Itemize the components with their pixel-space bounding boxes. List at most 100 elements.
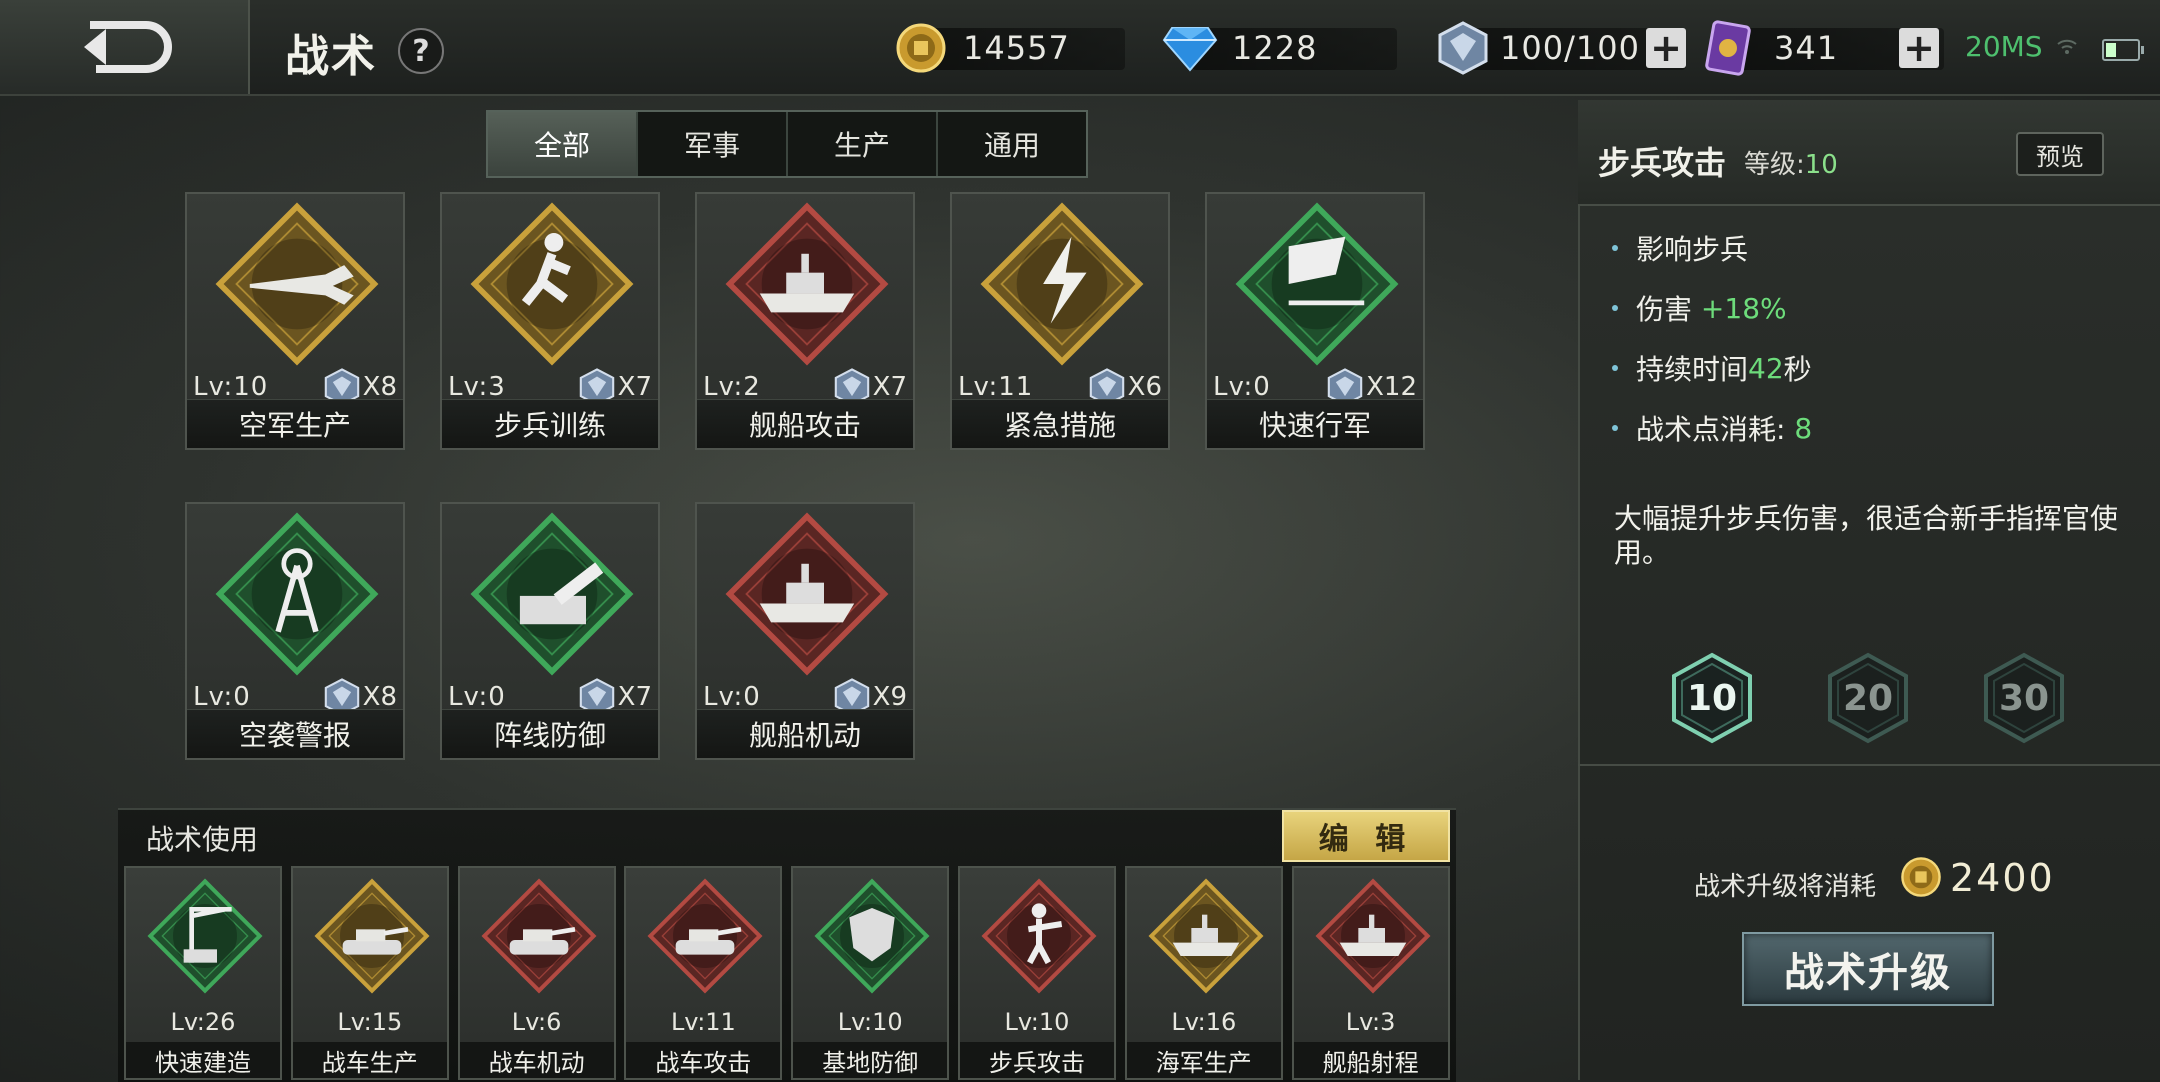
equipped-skill-level: Lv:11 <box>670 1008 736 1036</box>
skill-cost-value: X7 <box>872 372 907 402</box>
level-20-badge[interactable]: 20 <box>1826 652 1910 744</box>
upgrade-button[interactable]: 战术升级 <box>1742 932 1994 1006</box>
battery-icon <box>2102 39 2144 61</box>
equipped-skill-name: 快速建造 <box>126 1042 280 1078</box>
tactic-card-icon <box>1705 20 1751 76</box>
skill-card[interactable]: Lv:0 X12 快速行军 <box>1205 192 1425 450</box>
level-30-badge[interactable]: 30 <box>1982 652 2066 744</box>
diamond-icon <box>1162 27 1218 72</box>
level-badge-text: 30 <box>1998 677 2050 719</box>
runner-icon <box>470 202 634 366</box>
equipped-skill[interactable]: Lv:16 海军生产 <box>1124 866 1283 1080</box>
skill-card[interactable]: Lv:0 X8 空袭警报 <box>185 502 405 760</box>
edit-button[interactable]: 编 辑 <box>1282 810 1450 862</box>
help-icon[interactable]: ? <box>398 28 444 74</box>
preview-button[interactable]: 预览 <box>2016 132 2104 176</box>
skill-name: 紧急措施 <box>952 399 1168 448</box>
equipped-skill-name: 基地防御 <box>793 1042 948 1078</box>
cannon-icon <box>470 512 634 676</box>
crystal-icon <box>1438 21 1488 75</box>
crane-icon <box>147 878 263 994</box>
tank-icon <box>314 878 430 994</box>
skill-card[interactable]: Lv:0 X7 阵线防御 <box>440 502 660 760</box>
skill-card[interactable]: Lv:3 X7 步兵训练 <box>440 192 660 450</box>
skill-name: 步兵训练 <box>442 399 658 448</box>
equipped-skill[interactable]: Lv:10 基地防御 <box>791 866 950 1080</box>
skill-cost-value: X9 <box>872 682 907 712</box>
skill-card[interactable]: Lv:11 X6 紧急措施 <box>950 192 1170 450</box>
gold-coin-icon <box>1901 857 1941 897</box>
bolt-icon <box>980 202 1144 366</box>
skill-level: Lv:2 <box>703 372 761 402</box>
gold-resource: 14557 <box>895 23 1125 73</box>
skill-level: Lv:0 <box>1213 372 1271 402</box>
tab-military[interactable]: 军事 <box>638 112 788 176</box>
selected-skill-level: 等级:10 <box>1744 144 1838 181</box>
skill-emblem <box>312 876 432 996</box>
effect-line: 战术点消耗: 8 <box>1612 408 1812 448</box>
effect-value: 8 <box>1794 411 1813 445</box>
effect-label: 伤害 <box>1636 293 1693 326</box>
skill-card[interactable]: Lv:0 X9 舰船机动 <box>695 502 915 760</box>
gold-value: 14557 <box>963 29 1070 67</box>
skill-emblem <box>979 876 1099 996</box>
add-cards-button[interactable]: + <box>1899 28 1939 68</box>
equipped-skill[interactable]: Lv:26 快速建造 <box>124 866 282 1080</box>
skill-level: Lv:11 <box>958 372 1034 402</box>
upgrade-cost-label: 战术升级将消耗 <box>1694 872 1877 902</box>
effect-value: 42 <box>1748 351 1784 385</box>
equipped-skill[interactable]: Lv:6 战车机动 <box>457 866 616 1080</box>
skill-emblem <box>212 199 382 369</box>
effect-label: 影响步兵 <box>1636 233 1749 266</box>
ping-indicator: 20MS <box>1965 30 2043 63</box>
tactic-points-value: 100/100 <box>1500 29 1640 67</box>
usage-title: 战术使用 <box>146 823 259 856</box>
skill-card[interactable]: Lv:10 X8 空军生产 <box>185 192 405 450</box>
skill-name: 空袭警报 <box>187 709 403 758</box>
back-arrow-icon <box>84 21 172 73</box>
equipped-skill-name: 步兵攻击 <box>960 1042 1114 1078</box>
effect-value: +18% <box>1700 291 1787 325</box>
equipped-skill[interactable]: Lv:11 战车攻击 <box>624 866 783 1080</box>
skill-level: Lv:0 <box>193 682 251 712</box>
skill-name: 阵线防御 <box>442 709 658 758</box>
skill-name: 舰船攻击 <box>697 399 913 448</box>
diamond-value: 1228 <box>1232 29 1318 67</box>
skill-emblem <box>722 509 892 679</box>
tab-general[interactable]: 通用 <box>938 112 1086 176</box>
back-button[interactable] <box>0 0 250 94</box>
level-label: 等级: <box>1744 150 1805 180</box>
equipped-skill[interactable]: Lv:15 战车生产 <box>290 866 449 1080</box>
skill-cost-value: X7 <box>617 372 652 402</box>
equipped-skill[interactable]: Lv:10 步兵攻击 <box>958 866 1116 1080</box>
effect-line: 伤害 +18% <box>1612 288 1787 328</box>
equipped-skill-name: 战车生产 <box>292 1042 447 1078</box>
ship-icon <box>725 512 889 676</box>
selected-skill-name: 步兵攻击 <box>1598 144 1727 182</box>
ship-icon <box>1315 878 1431 994</box>
skill-emblem <box>145 876 265 996</box>
page-title: 战术 <box>285 31 377 82</box>
level-badge-text: 10 <box>1686 677 1738 719</box>
skill-emblem <box>977 199 1147 369</box>
tab-all[interactable]: 全部 <box>488 112 638 176</box>
skill-card[interactable]: Lv:2 X7 舰船攻击 <box>695 192 915 450</box>
skill-name: 快速行军 <box>1207 399 1423 448</box>
skill-emblem <box>467 509 637 679</box>
card-value: 341 <box>1774 29 1839 67</box>
skill-name: 空军生产 <box>187 399 403 448</box>
equipped-skill[interactable]: Lv:3 舰船射程 <box>1291 866 1450 1080</box>
skill-emblem <box>645 876 765 996</box>
diamond-resource: 1228 <box>1162 24 1397 72</box>
add-points-button[interactable]: + <box>1646 28 1686 68</box>
skill-emblem <box>467 199 637 369</box>
equipped-skill-name: 战车机动 <box>459 1042 614 1078</box>
level-badge-text: 20 <box>1842 677 1894 719</box>
tab-production[interactable]: 生产 <box>788 112 938 176</box>
level-10-badge[interactable]: 10 <box>1670 652 1754 744</box>
skill-description: 大幅提升步兵伤害，很适合新手指挥官使用。 <box>1614 502 2119 569</box>
equipped-skill-level: Lv:15 <box>337 1008 403 1036</box>
skill-level: Lv:0 <box>703 682 761 712</box>
skill-emblem <box>1313 876 1433 996</box>
skill-emblem <box>812 876 932 996</box>
